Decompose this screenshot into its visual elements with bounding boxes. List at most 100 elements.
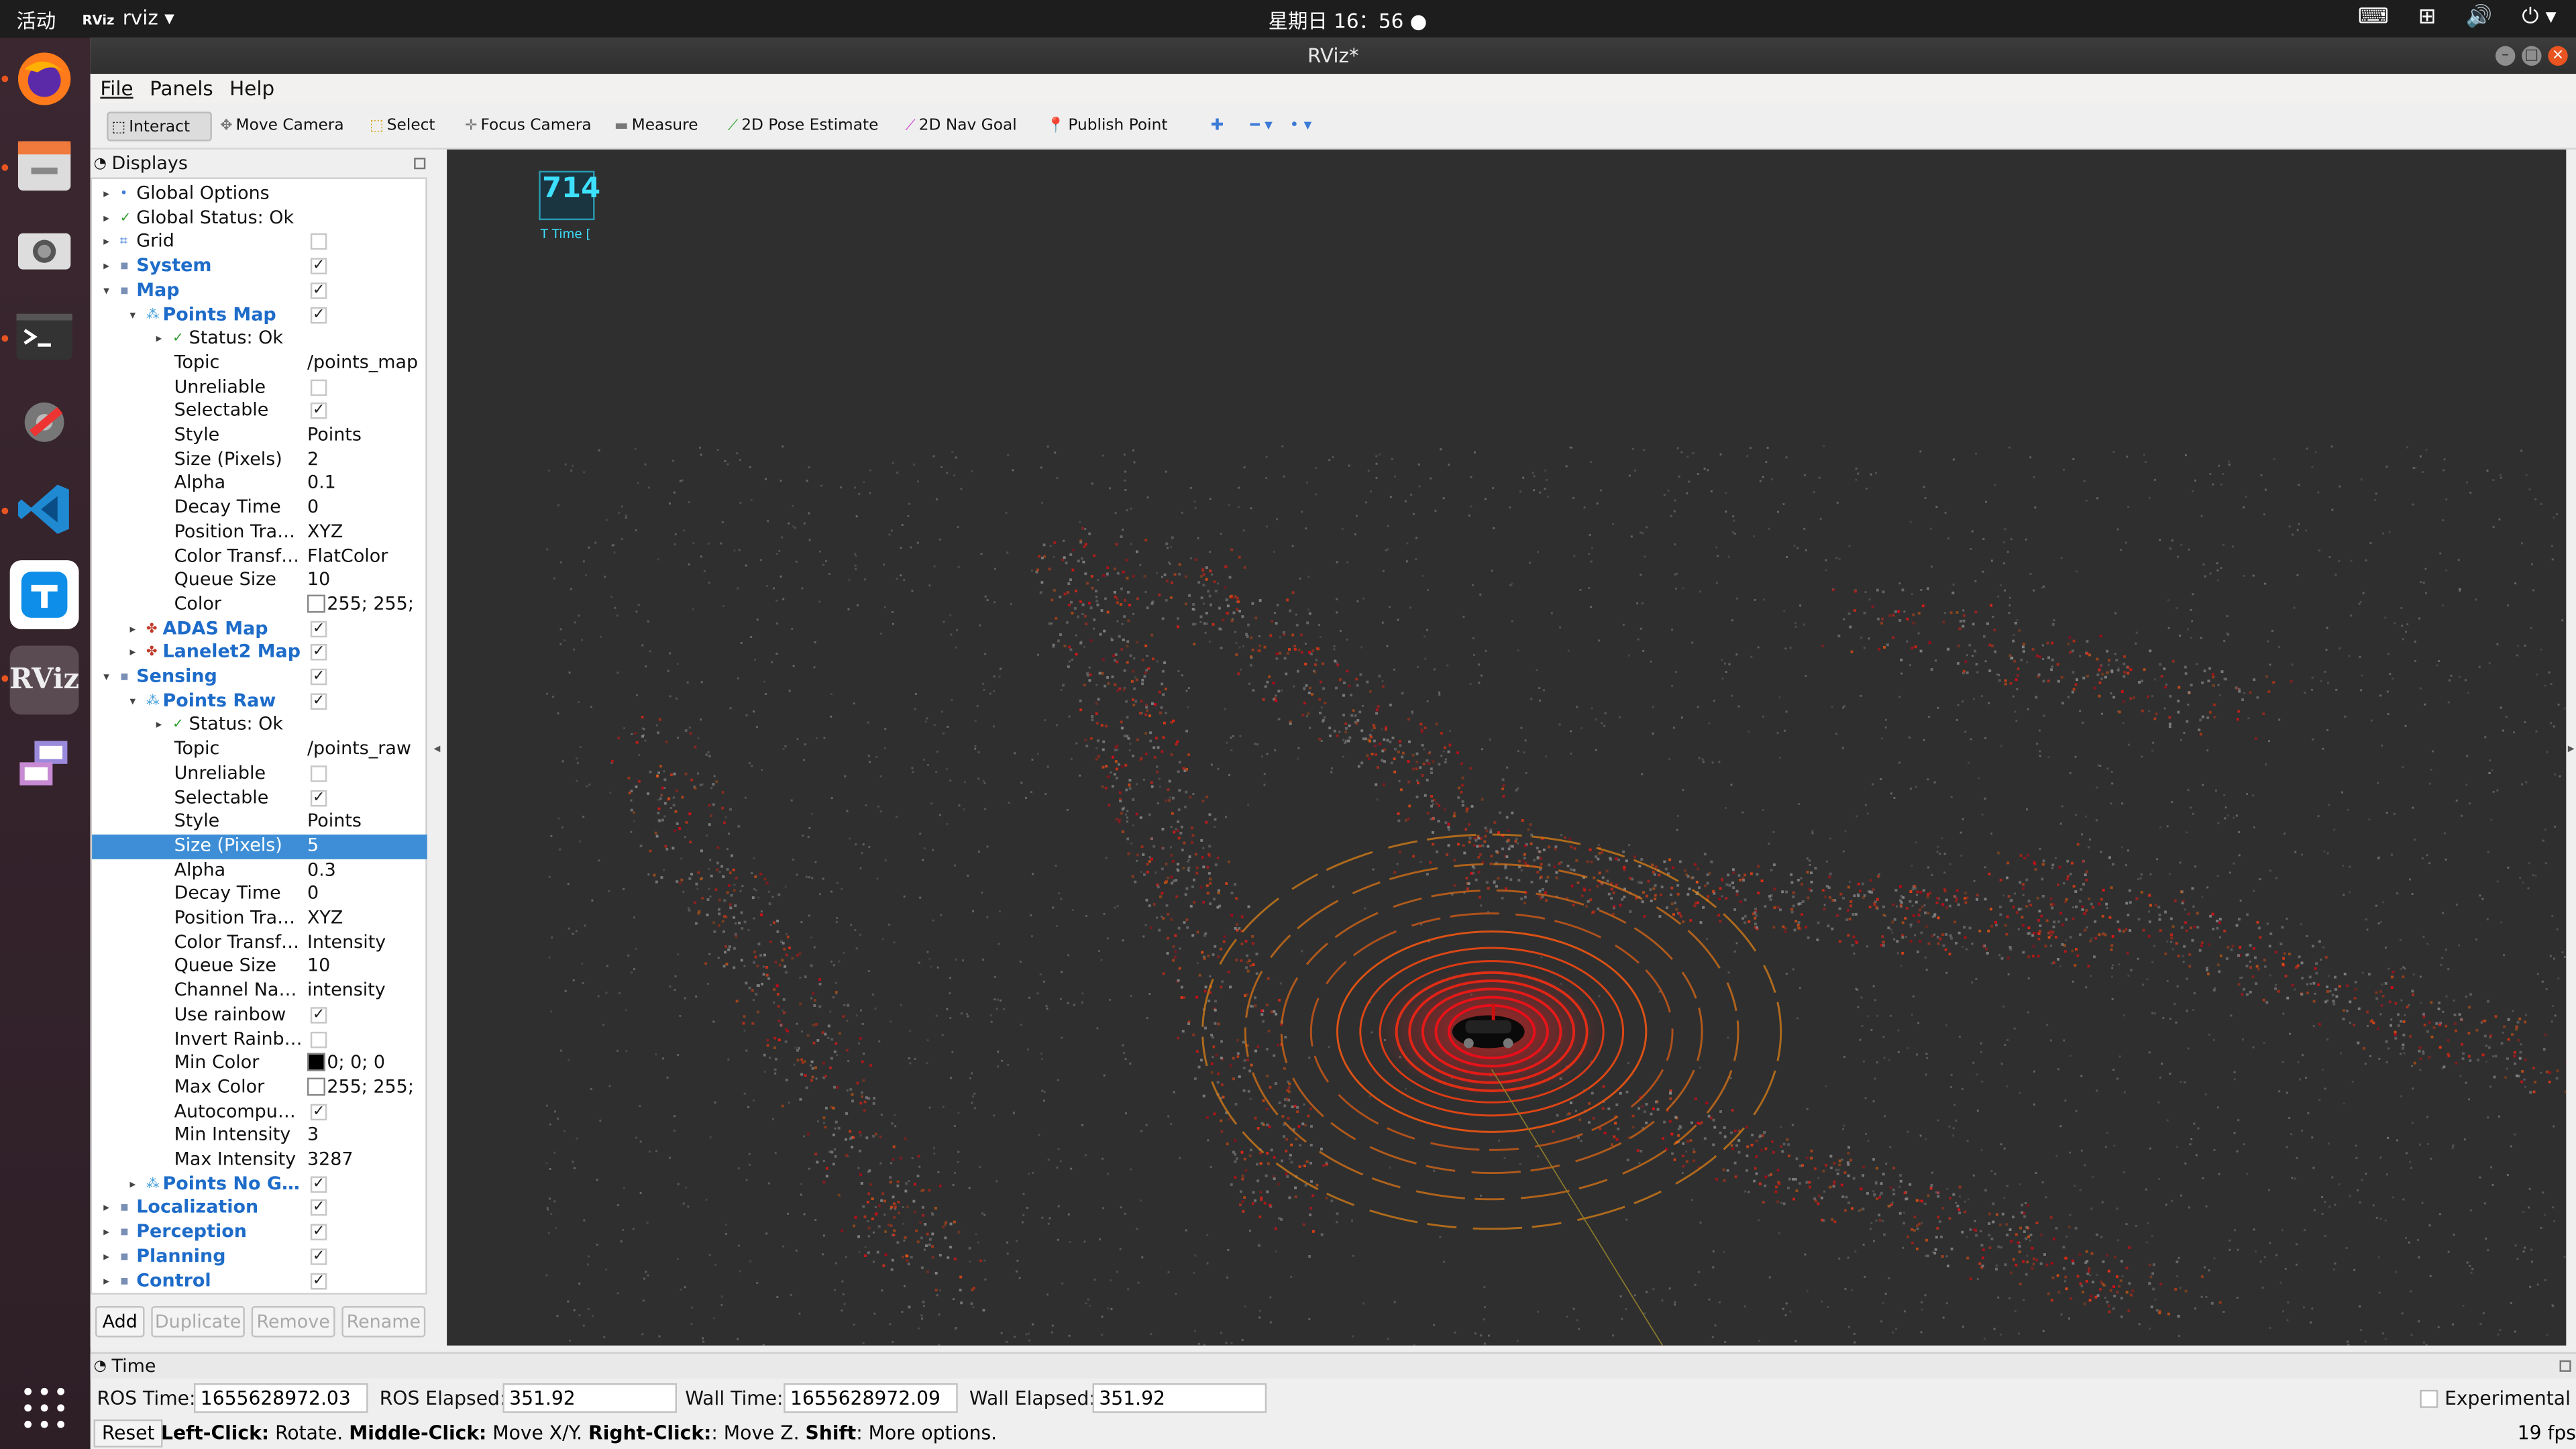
enable-checkbox[interactable]: ✓ <box>310 1175 327 1193</box>
expand-arrow-icon[interactable]: ▸ <box>103 1221 109 1245</box>
tree-row[interactable]: Topic/points_raw <box>92 738 427 762</box>
teamviewer-icon[interactable] <box>9 560 79 629</box>
expand-arrow-icon[interactable]: ▸ <box>103 1269 109 1293</box>
tree-row[interactable]: Queue Size 10 <box>92 955 427 979</box>
tree-row-value[interactable]: 0.1 <box>307 472 425 496</box>
collapse-arrow-icon[interactable]: ▾ <box>103 279 109 303</box>
tree-row-value[interactable]: 255; 255; <box>307 1076 425 1100</box>
tree-row-value[interactable]: 0 <box>307 496 425 521</box>
maximize-button[interactable]: □ <box>2522 46 2542 66</box>
rename-button[interactable]: Rename <box>341 1305 426 1338</box>
move-camera-tool[interactable]: ✥ Move Camera <box>217 112 343 142</box>
rviz-icon[interactable]: RViz <box>9 645 79 715</box>
tree-row[interactable]: ▸ ▪ System ✓ <box>92 255 427 279</box>
tree-row[interactable]: Unreliable <box>92 762 427 786</box>
expand-arrow-icon[interactable]: ▸ <box>103 207 109 231</box>
color-swatch[interactable] <box>307 1053 325 1072</box>
tree-row-value[interactable]: XYZ <box>307 521 425 545</box>
tree-row[interactable]: Size (Pixels) 2 <box>92 448 427 472</box>
tree-row[interactable]: Queue Size 10 <box>92 569 427 593</box>
tree-row[interactable]: ▸ ▪ Control ✓ <box>92 1269 427 1293</box>
nav-goal-tool[interactable]: ⟋ 2D Nav Goal <box>902 112 1016 142</box>
enable-checkbox[interactable]: ✓ <box>310 668 327 686</box>
tree-row-value[interactable]: /points_raw <box>307 738 425 762</box>
enable-checkbox[interactable]: ✓ <box>310 620 327 637</box>
tree-row[interactable]: Autocomput… ✓ <box>92 1100 427 1124</box>
tree-row[interactable]: ▸ ▪ Perception ✓ <box>92 1221 427 1245</box>
tree-row-value[interactable]: FlatColor <box>307 545 425 569</box>
focus-camera-tool[interactable]: ✛ Focus Camera <box>462 112 592 142</box>
enable-checkbox[interactable]: ✓ <box>310 1272 327 1289</box>
interact-tool[interactable]: ⬚ Interact <box>107 111 212 142</box>
tree-row[interactable]: Color 255; 255; <box>92 593 427 617</box>
enable-checkbox[interactable] <box>310 233 327 251</box>
tree-row[interactable]: Channel Name intensity <box>92 979 427 1004</box>
tree-row-value[interactable]: 255; 255; <box>307 593 425 617</box>
splitter-handle-left[interactable]: ◂ <box>434 741 441 755</box>
vscode-icon[interactable] <box>10 475 79 544</box>
tree-row[interactable]: Invert Rainb… <box>92 1028 427 1052</box>
expand-arrow-icon[interactable]: ▸ <box>129 1173 136 1197</box>
tree-row[interactable]: Color Transf… FlatColor <box>92 545 427 569</box>
tree-row[interactable]: Position Tra… XYZ <box>92 521 427 545</box>
color-swatch[interactable] <box>307 594 325 613</box>
enable-checkbox[interactable]: ✓ <box>310 644 327 661</box>
remote-desktop-icon[interactable] <box>10 731 79 800</box>
expand-arrow-icon[interactable]: ▸ <box>129 617 136 641</box>
power-icon[interactable]: ⏻ ▾ <box>2522 5 2556 30</box>
enable-checkbox[interactable]: ✓ <box>310 1006 327 1024</box>
tree-row[interactable]: Alpha 0.1 <box>92 472 427 496</box>
tree-row[interactable]: ▾ ⁂ Points Map ✓ <box>92 303 427 327</box>
remove-button[interactable]: Remove <box>251 1305 335 1338</box>
terminal-icon[interactable] <box>10 303 79 372</box>
tree-row-value[interactable]: Points <box>307 810 425 835</box>
wall-time-field[interactable]: 1655628972.09 <box>784 1383 958 1413</box>
tree-row[interactable]: Unreliable <box>92 376 427 400</box>
collapse-arrow-icon[interactable]: ▾ <box>129 303 136 327</box>
enable-checkbox[interactable]: ✓ <box>310 1199 327 1217</box>
app-menu[interactable]: RViz rviz ▾ <box>82 7 174 30</box>
duplicate-button[interactable]: Duplicate <box>151 1305 245 1338</box>
tree-row[interactable]: Style Points <box>92 810 427 835</box>
tree-row[interactable]: ▸ ✓ Status: Ok <box>92 327 427 352</box>
tree-row[interactable]: ▸ ⁂ Points No Gr… ✓ <box>92 1173 427 1197</box>
show-apps-icon[interactable] <box>10 1373 79 1442</box>
keyboard-icon[interactable]: ⌨ <box>2358 5 2389 30</box>
settings-tools-icon[interactable] <box>10 388 79 457</box>
collapse-arrow-icon[interactable]: ▾ <box>129 690 136 714</box>
3d-viewport[interactable]: 714 T Time [ <box>447 149 2567 1346</box>
tree-row-value[interactable]: 0.3 <box>307 859 425 883</box>
tree-row[interactable]: Topic/points_map <box>92 352 427 376</box>
enable-checkbox[interactable]: ✓ <box>310 1103 327 1120</box>
tree-row[interactable]: ▸ ▪ Planning ✓ <box>92 1245 427 1269</box>
tree-row-value[interactable]: 10 <box>307 569 425 593</box>
menu-file[interactable]: File <box>100 74 133 103</box>
expand-arrow-icon[interactable]: ▸ <box>103 231 109 255</box>
tree-row-value[interactable]: 0 <box>307 883 425 907</box>
panel-collapse-icon[interactable]: ◔ <box>94 153 107 176</box>
remove-tool-icon[interactable]: ━ ▾ <box>1247 112 1273 142</box>
screenshot-icon[interactable] <box>10 215 79 284</box>
clock[interactable]: 星期日 16：56 ● <box>1269 7 1428 35</box>
tree-row-value[interactable]: XYZ <box>307 907 425 931</box>
tree-row[interactable]: ▾ ▪ Map ✓ <box>92 279 427 303</box>
enable-checkbox[interactable]: ✓ <box>310 1224 327 1241</box>
tool-properties-icon[interactable]: • ▾ <box>1287 112 1311 142</box>
tree-row[interactable]: Selectable ✓ <box>92 786 427 810</box>
time-panel-float-icon[interactable] <box>2559 1360 2571 1372</box>
enable-checkbox[interactable]: ✓ <box>310 258 327 275</box>
expand-arrow-icon[interactable]: ▸ <box>103 1197 109 1221</box>
tree-row-value[interactable]: 2 <box>307 448 425 472</box>
tree-row-value[interactable]: /points_map <box>307 352 425 376</box>
enable-checkbox[interactable]: ✓ <box>310 402 327 420</box>
tree-row[interactable]: ▸ ✤ Lanelet2 Map ✓ <box>92 641 427 665</box>
color-swatch[interactable] <box>307 1077 325 1096</box>
time-panel-icon[interactable]: ◔ <box>94 1354 107 1380</box>
tree-row[interactable]: Size (Pixels) 5 <box>92 834 427 859</box>
displays-tree[interactable]: ▸ • Global Options ▸ ✓ Global Status: Ok ▸ ⌗ Gri… <box>90 177 427 1295</box>
splitter-handle-right[interactable]: ▸ <box>2568 741 2575 755</box>
pose-estimate-tool[interactable]: ⟋ 2D Pose Estimate <box>724 112 879 142</box>
tree-row[interactable]: Position Tra… XYZ <box>92 907 427 931</box>
firefox-icon[interactable] <box>10 44 79 113</box>
expand-arrow-icon[interactable]: ▸ <box>156 714 162 738</box>
